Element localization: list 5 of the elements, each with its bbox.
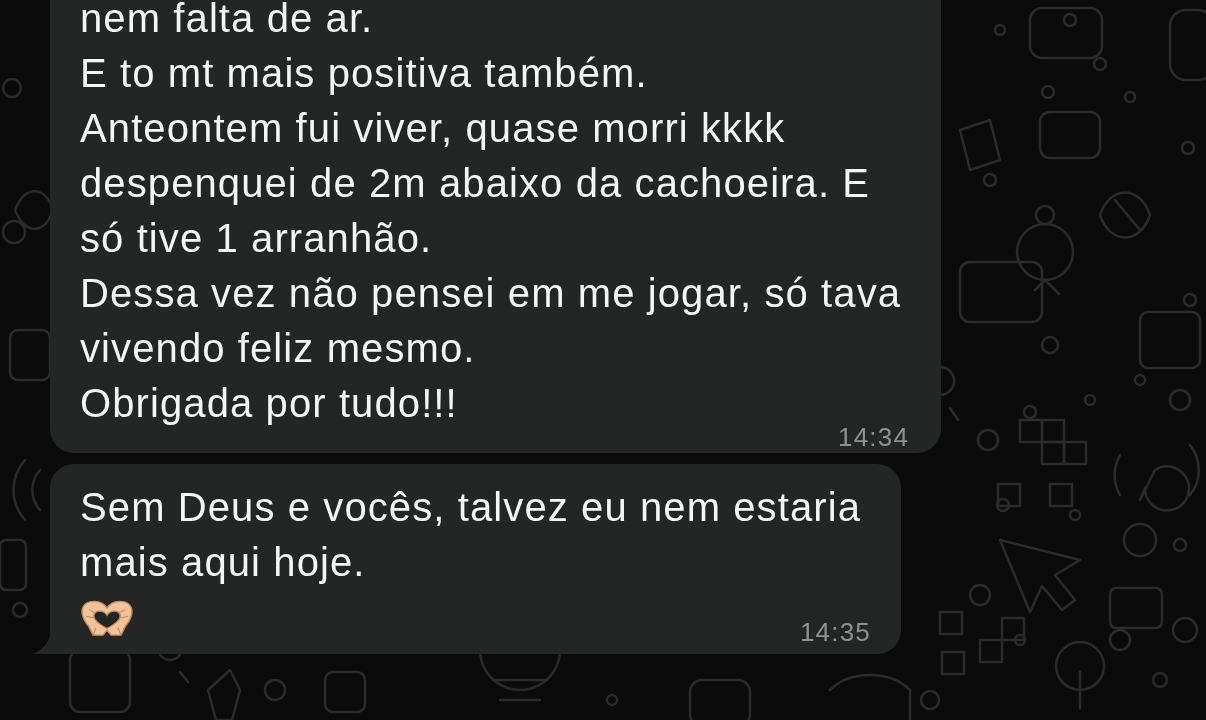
heart-hands-icon <box>80 598 134 636</box>
message-time: 14:34 <box>838 427 910 447</box>
message-text: Sem Deus e vocês, talvez eu nem estaria mais aqui hoje. <box>80 484 862 586</box>
message-time: 14:35 <box>799 622 872 642</box>
message-text: nem falta de ar. E to mt mais positiva também. Anteontem fui viver, quase morri kkkk despenquei de 2m abaixo da cachoeira. E só tive 1 arranhão. Dessa vez não pensei em me jogar, só tava vivendo feliz mesmo. Obrigada por tudo!!! <box>80 0 902 427</box>
